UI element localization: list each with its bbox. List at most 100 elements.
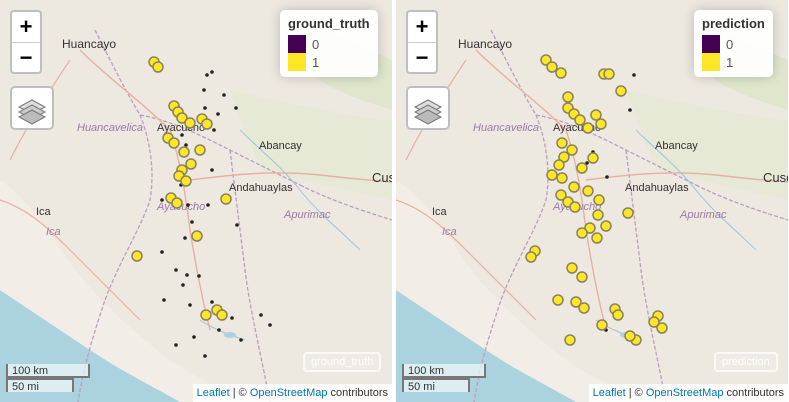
prediction-point-1[interactable]	[574, 114, 586, 126]
prediction-point-1[interactable]	[622, 207, 634, 219]
prediction-point-1[interactable]	[612, 309, 624, 321]
ground-truth-point-1[interactable]	[152, 61, 164, 73]
zoom-in-button[interactable]: +	[408, 12, 436, 43]
ground-truth-point-0[interactable]	[202, 88, 206, 92]
prediction-point-1[interactable]	[582, 185, 594, 197]
prediction-point-1[interactable]	[587, 152, 599, 164]
ground-truth-point-1[interactable]	[131, 250, 143, 262]
ground-truth-point-0[interactable]	[188, 303, 192, 307]
map-ground-truth[interactable]: Huancayo Huancavelica Ayacucho Ayacucho …	[0, 0, 392, 402]
ground-truth-point-0[interactable]	[192, 335, 196, 339]
ground-truth-point-0[interactable]	[268, 323, 272, 327]
ground-truth-point-0[interactable]	[212, 128, 216, 132]
prediction-point-1[interactable]	[578, 302, 590, 314]
prediction-point-1[interactable]	[553, 159, 565, 171]
ground-truth-point-0[interactable]	[235, 223, 239, 227]
prediction-point-1[interactable]	[603, 68, 615, 80]
ground-truth-point-1[interactable]	[216, 309, 228, 321]
ground-truth-point-0[interactable]	[162, 298, 166, 302]
prediction-point-1[interactable]	[552, 294, 564, 306]
ground-truth-point-0[interactable]	[234, 106, 238, 110]
ground-truth-point-1[interactable]	[178, 146, 190, 158]
ground-truth-point-0[interactable]	[184, 143, 188, 147]
prediction-point-0[interactable]	[628, 108, 632, 112]
ground-truth-point-0[interactable]	[205, 73, 209, 77]
ground-truth-point-0[interactable]	[174, 343, 178, 347]
prediction-point-1[interactable]	[576, 271, 588, 283]
ground-truth-point-1[interactable]	[184, 117, 196, 129]
ground-truth-point-0[interactable]	[203, 354, 207, 358]
prediction-point-1[interactable]	[582, 122, 594, 134]
ground-truth-point-0[interactable]	[160, 198, 164, 202]
prediction-point-1[interactable]	[656, 322, 668, 334]
ground-truth-point-0[interactable]	[210, 70, 214, 74]
prediction-point-1[interactable]	[615, 85, 627, 97]
ground-truth-point-1[interactable]	[180, 175, 192, 187]
zoom-out-button[interactable]: −	[12, 43, 40, 73]
ground-truth-point-1[interactable]	[171, 197, 183, 209]
ground-truth-point-0[interactable]	[180, 133, 184, 137]
layers-control-button[interactable]	[10, 86, 54, 130]
ground-truth-point-1[interactable]	[191, 230, 203, 242]
ground-truth-point-1[interactable]	[168, 137, 180, 149]
ground-truth-point-1[interactable]	[220, 193, 232, 205]
ground-truth-point-1[interactable]	[200, 309, 212, 321]
ground-truth-point-0[interactable]	[222, 93, 226, 97]
prediction-point-1[interactable]	[546, 169, 558, 181]
ground-truth-point-1[interactable]	[185, 158, 197, 170]
prediction-point-1[interactable]	[592, 209, 604, 221]
layer-label[interactable]: ground_truth	[303, 352, 382, 372]
prediction-point-1[interactable]	[566, 262, 578, 274]
ground-truth-point-1[interactable]	[194, 144, 206, 156]
legend-row: 1	[288, 53, 370, 71]
leaflet-link[interactable]: Leaflet	[593, 387, 626, 399]
ground-truth-point-0[interactable]	[174, 268, 178, 272]
prediction-point-1[interactable]	[556, 172, 568, 184]
prediction-point-1[interactable]	[595, 118, 607, 130]
prediction-point-1[interactable]	[593, 194, 605, 206]
ground-truth-point-0[interactable]	[190, 220, 194, 224]
osm-link[interactable]: OpenStreetMap	[250, 387, 328, 399]
layer-label[interactable]: prediction	[714, 352, 778, 372]
legend: prediction 0 1	[694, 10, 773, 77]
prediction-point-1[interactable]	[525, 251, 537, 263]
prediction-point-1[interactable]	[624, 330, 636, 342]
osm-link[interactable]: OpenStreetMap	[646, 387, 724, 399]
prediction-point-1[interactable]	[596, 319, 608, 331]
prediction-point-1[interactable]	[568, 181, 580, 193]
ground-truth-point-0[interactable]	[206, 203, 210, 207]
prediction-point-1[interactable]	[562, 91, 574, 103]
ground-truth-point-0[interactable]	[259, 313, 263, 317]
prediction-point-0[interactable]	[605, 175, 609, 179]
ground-truth-point-0[interactable]	[216, 112, 220, 116]
zoom-in-button[interactable]: +	[12, 12, 40, 43]
ground-truth-point-0[interactable]	[186, 203, 190, 207]
prediction-point-0[interactable]	[632, 73, 636, 77]
layers-control-button[interactable]	[406, 86, 450, 130]
ground-truth-point-0[interactable]	[183, 236, 187, 240]
ground-truth-point-0[interactable]	[160, 250, 164, 254]
ground-truth-point-1[interactable]	[201, 118, 213, 130]
ground-truth-point-0[interactable]	[210, 168, 214, 172]
prediction-point-1[interactable]	[546, 61, 558, 73]
prediction-point-1[interactable]	[555, 67, 567, 79]
scale-imperial: 50 mi	[402, 378, 470, 393]
ground-truth-point-0[interactable]	[230, 316, 234, 320]
zoom-out-button[interactable]: −	[408, 43, 436, 73]
prediction-point-1[interactable]	[600, 220, 612, 232]
prediction-point-1[interactable]	[591, 232, 603, 244]
ground-truth-point-0[interactable]	[210, 300, 214, 304]
ground-truth-point-0[interactable]	[185, 273, 189, 277]
ground-truth-point-0[interactable]	[181, 283, 185, 287]
prediction-point-1[interactable]	[564, 334, 576, 346]
ground-truth-point-0[interactable]	[217, 328, 221, 332]
map-prediction[interactable]: Huancayo Huancavelica Ayacucho Ayacucho …	[396, 0, 788, 402]
ground-truth-point-0[interactable]	[239, 338, 243, 342]
ground-truth-point-0[interactable]	[203, 106, 207, 110]
prediction-point-1[interactable]	[576, 227, 588, 239]
prediction-point-1[interactable]	[569, 201, 581, 213]
ground-truth-point-0[interactable]	[197, 274, 201, 278]
prediction-point-1[interactable]	[556, 137, 568, 149]
prediction-point-1[interactable]	[576, 162, 588, 174]
leaflet-link[interactable]: Leaflet	[197, 387, 230, 399]
